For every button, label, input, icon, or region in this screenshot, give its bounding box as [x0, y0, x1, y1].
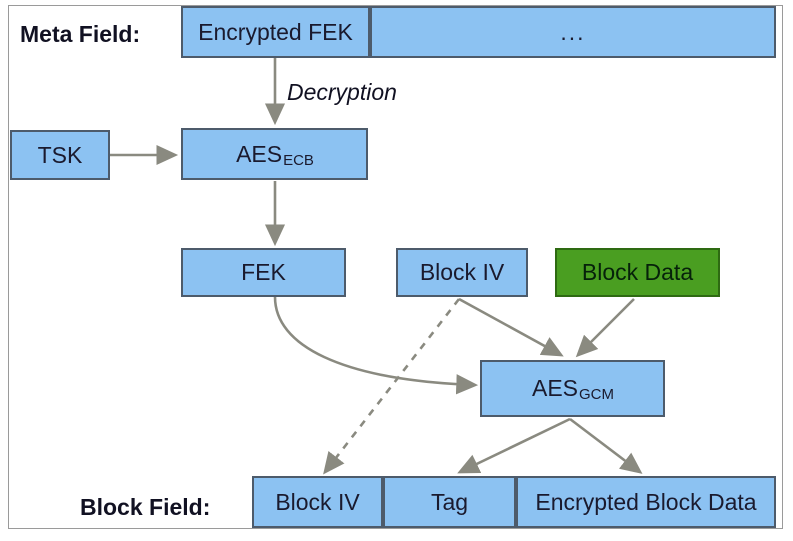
node-aes-gcm-subscript: GCM — [579, 386, 615, 403]
node-aes-gcm[interactable]: AES GCM — [480, 360, 665, 417]
node-fek-label: FEK — [241, 259, 286, 285]
block-field-label: Block Field: — [80, 494, 211, 520]
node-aes-ecb[interactable]: AES ECB — [181, 128, 368, 180]
node-fek[interactable]: FEK — [181, 248, 346, 297]
node-block-data[interactable]: Block Data — [555, 248, 720, 297]
node-block-data-label: Block Data — [581, 259, 694, 285]
diagram-canvas: Meta Field: Encrypted FEK ... Decryption… — [0, 0, 793, 541]
block-field-cell-tag-text: Tag — [430, 488, 469, 515]
node-aes-ecb-subscript: ECB — [283, 151, 314, 169]
meta-field-label: Meta Field: — [20, 21, 141, 47]
node-block-iv-label: Block IV — [419, 259, 505, 285]
block-field-cell-tag[interactable]: Tag — [383, 476, 516, 528]
meta-field-cell-ellipsis[interactable]: ... — [370, 6, 776, 58]
meta-field-cell-encrypted-fek-text: Encrypted FEK — [198, 18, 353, 45]
node-tsk[interactable]: TSK — [10, 130, 110, 180]
meta-field-cell-ellipsis-text: ... — [560, 18, 586, 45]
node-tsk-label: TSK — [37, 141, 83, 168]
node-aes-gcm-main: AES — [531, 375, 579, 401]
block-field-cell-block-iv-text: Block IV — [275, 488, 360, 515]
meta-field-cell-encrypted-fek[interactable]: Encrypted FEK — [181, 6, 370, 58]
block-field-cell-encrypted-block-data-text: Encrypted Block Data — [535, 488, 757, 515]
block-field-cell-block-iv[interactable]: Block IV — [252, 476, 383, 528]
node-block-iv[interactable]: Block IV — [396, 248, 528, 297]
block-field-cell-encrypted-block-data[interactable]: Encrypted Block Data — [516, 476, 776, 528]
decryption-annotation: Decryption — [287, 79, 397, 105]
node-aes-ecb-main: AES — [236, 140, 283, 167]
